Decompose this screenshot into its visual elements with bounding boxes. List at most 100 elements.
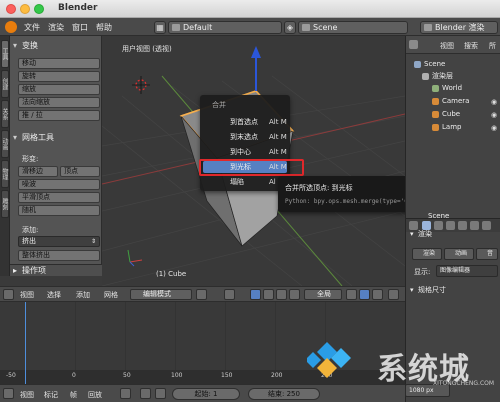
- layout-field[interactable]: Default: [168, 21, 282, 34]
- vertex-select-icon[interactable]: [346, 289, 357, 300]
- outliner-menu-view[interactable]: 视图: [440, 41, 454, 51]
- eye-icon[interactable]: ◉: [491, 96, 497, 108]
- timeline-tick: 50: [123, 372, 131, 379]
- add-menu[interactable]: 添加: [76, 290, 90, 300]
- preview-range-icon[interactable]: [155, 388, 166, 399]
- scale-button[interactable]: 缩放: [18, 84, 100, 95]
- scale-icon[interactable]: [289, 289, 300, 300]
- outliner-editor-icon[interactable]: [409, 40, 418, 49]
- audio-button[interactable]: 音: [476, 248, 498, 260]
- animation-button[interactable]: 动画: [444, 248, 474, 260]
- face-select-icon[interactable]: [372, 289, 383, 300]
- end-frame-field[interactable]: 结束: 250: [248, 388, 320, 400]
- menu-window[interactable]: 窗口: [72, 22, 88, 33]
- camera-icon: [432, 98, 439, 105]
- move-button[interactable]: 移动: [18, 58, 100, 69]
- translate-icon[interactable]: [263, 289, 274, 300]
- mesh-icon: [432, 111, 439, 118]
- outliner-item-scene[interactable]: Scene: [406, 58, 500, 70]
- outliner-item-world[interactable]: World: [406, 82, 500, 94]
- display-select[interactable]: 图像编辑器: [436, 265, 498, 277]
- orientation-select[interactable]: 全局: [304, 289, 342, 300]
- merge-at-first-item[interactable]: 到首选点 Alt M: [203, 116, 287, 128]
- render-engine-select[interactable]: Blender 渲染: [420, 21, 498, 34]
- noise-button[interactable]: 噪波: [18, 179, 100, 190]
- select-menu[interactable]: 选择: [47, 290, 61, 300]
- render-panel-header[interactable]: 渲染: [409, 228, 499, 240]
- outliner-menu-all[interactable]: 所: [489, 41, 496, 51]
- maximize-window-button[interactable]: [34, 4, 44, 14]
- randomize-button[interactable]: 随机: [18, 205, 100, 216]
- tab-create[interactable]: 创建: [1, 70, 9, 98]
- edge-slide-button[interactable]: 滑移边: [18, 166, 58, 177]
- scene-field-icon: [302, 24, 310, 31]
- eye-icon[interactable]: ◉: [491, 122, 497, 134]
- close-window-button[interactable]: [6, 4, 16, 14]
- properties-scene-name: Scene: [428, 212, 450, 220]
- edge-select-icon[interactable]: [359, 289, 370, 300]
- vertex-slide-button[interactable]: 顶点: [60, 166, 100, 177]
- layout-icon[interactable]: ▦: [154, 21, 166, 34]
- push-pull-button[interactable]: 推 / 拉: [18, 110, 100, 121]
- occlude-icon[interactable]: [388, 289, 399, 300]
- z-arrow-icon[interactable]: [251, 46, 261, 58]
- start-frame-field[interactable]: 起始: 1: [172, 388, 240, 400]
- mesh-menu[interactable]: 网格: [104, 290, 118, 300]
- tooltip-title: 合并所选顶点: 到光标: [285, 184, 353, 192]
- mode-select[interactable]: 编辑模式: [130, 289, 192, 300]
- outliner-item-cube[interactable]: Cube ◉: [406, 108, 500, 120]
- merge-at-last-item[interactable]: 到末选点 Alt M: [203, 131, 287, 143]
- pivot-icon[interactable]: [224, 289, 235, 300]
- editor-type-icon[interactable]: [3, 289, 14, 300]
- minimize-window-button[interactable]: [20, 4, 30, 14]
- select-arrows-icon: ⇕: [90, 238, 96, 245]
- smooth-vertex-button[interactable]: 平滑顶点: [18, 192, 100, 203]
- operator-panel-header[interactable]: 操作项: [10, 264, 102, 277]
- mesh-tools-panel-header[interactable]: 网格工具: [12, 132, 100, 144]
- tab-physics[interactable]: 物理: [1, 160, 9, 188]
- outliner-menu-search[interactable]: 搜索: [464, 41, 478, 51]
- outliner-item-lamp[interactable]: Lamp ◉: [406, 121, 500, 133]
- menu-file[interactable]: 文件: [24, 22, 40, 33]
- timeline-editor-icon[interactable]: [3, 388, 14, 399]
- shading-icon[interactable]: [196, 289, 207, 300]
- merge-at-center-item[interactable]: 到中心 Alt M: [203, 146, 287, 158]
- watermark-logo-icon: [307, 342, 351, 378]
- transform-panel-header[interactable]: 变换: [12, 40, 100, 52]
- frame-menu[interactable]: 帧: [70, 390, 77, 400]
- info-header: 文件 渲染 窗口 帮助 ▦ Default ◈ Scene Blender 渲染: [0, 18, 500, 36]
- deform-label: 形变:: [22, 155, 39, 163]
- menu-help[interactable]: 帮助: [96, 22, 112, 33]
- timeline-view-menu[interactable]: 视图: [20, 390, 34, 400]
- scene-field[interactable]: Scene: [298, 21, 408, 34]
- dimensions-panel-header[interactable]: 规格尺寸: [409, 284, 499, 296]
- outliner-item-render-layers[interactable]: 渲染层: [406, 70, 500, 82]
- menu-render[interactable]: 渲染: [48, 22, 64, 33]
- outliner-item-camera[interactable]: Camera ◉: [406, 95, 500, 107]
- tab-relations[interactable]: 关系: [1, 100, 9, 128]
- playback-menu[interactable]: 回放: [88, 390, 102, 400]
- display-label: 显示:: [414, 268, 431, 276]
- 3d-cursor-icon[interactable]: [132, 76, 150, 94]
- extrude-region-button[interactable]: 整体挤出: [18, 250, 100, 261]
- tab-sculpt[interactable]: 雕刻: [1, 190, 9, 218]
- tab-tools[interactable]: 工具: [1, 40, 9, 68]
- eye-icon[interactable]: ◉: [491, 109, 497, 121]
- playhead[interactable]: [25, 302, 26, 384]
- rotate-icon[interactable]: [276, 289, 287, 300]
- keying-icon[interactable]: [140, 388, 151, 399]
- blender-logo-icon[interactable]: [5, 21, 17, 33]
- rotate-button[interactable]: 旋转: [18, 71, 100, 82]
- record-icon[interactable]: [120, 388, 131, 399]
- tab-animation[interactable]: 动画: [1, 130, 9, 158]
- shrink-fatten-button[interactable]: 法向缩放: [18, 97, 100, 108]
- timeline-tick: 150: [221, 372, 233, 379]
- marker-menu[interactable]: 标记: [44, 390, 58, 400]
- view-menu[interactable]: 视图: [20, 290, 34, 300]
- extrude-select[interactable]: 挤出 ⇕: [18, 236, 100, 247]
- scene-icon[interactable]: ◈: [284, 21, 296, 34]
- manipulator-icon[interactable]: [250, 289, 261, 300]
- collapse-item[interactable]: 塌陷 Al: [203, 176, 287, 188]
- render-button[interactable]: 渲染: [412, 248, 442, 260]
- 3d-view-header: 视图 选择 添加 网格 编辑模式 全局: [0, 286, 405, 302]
